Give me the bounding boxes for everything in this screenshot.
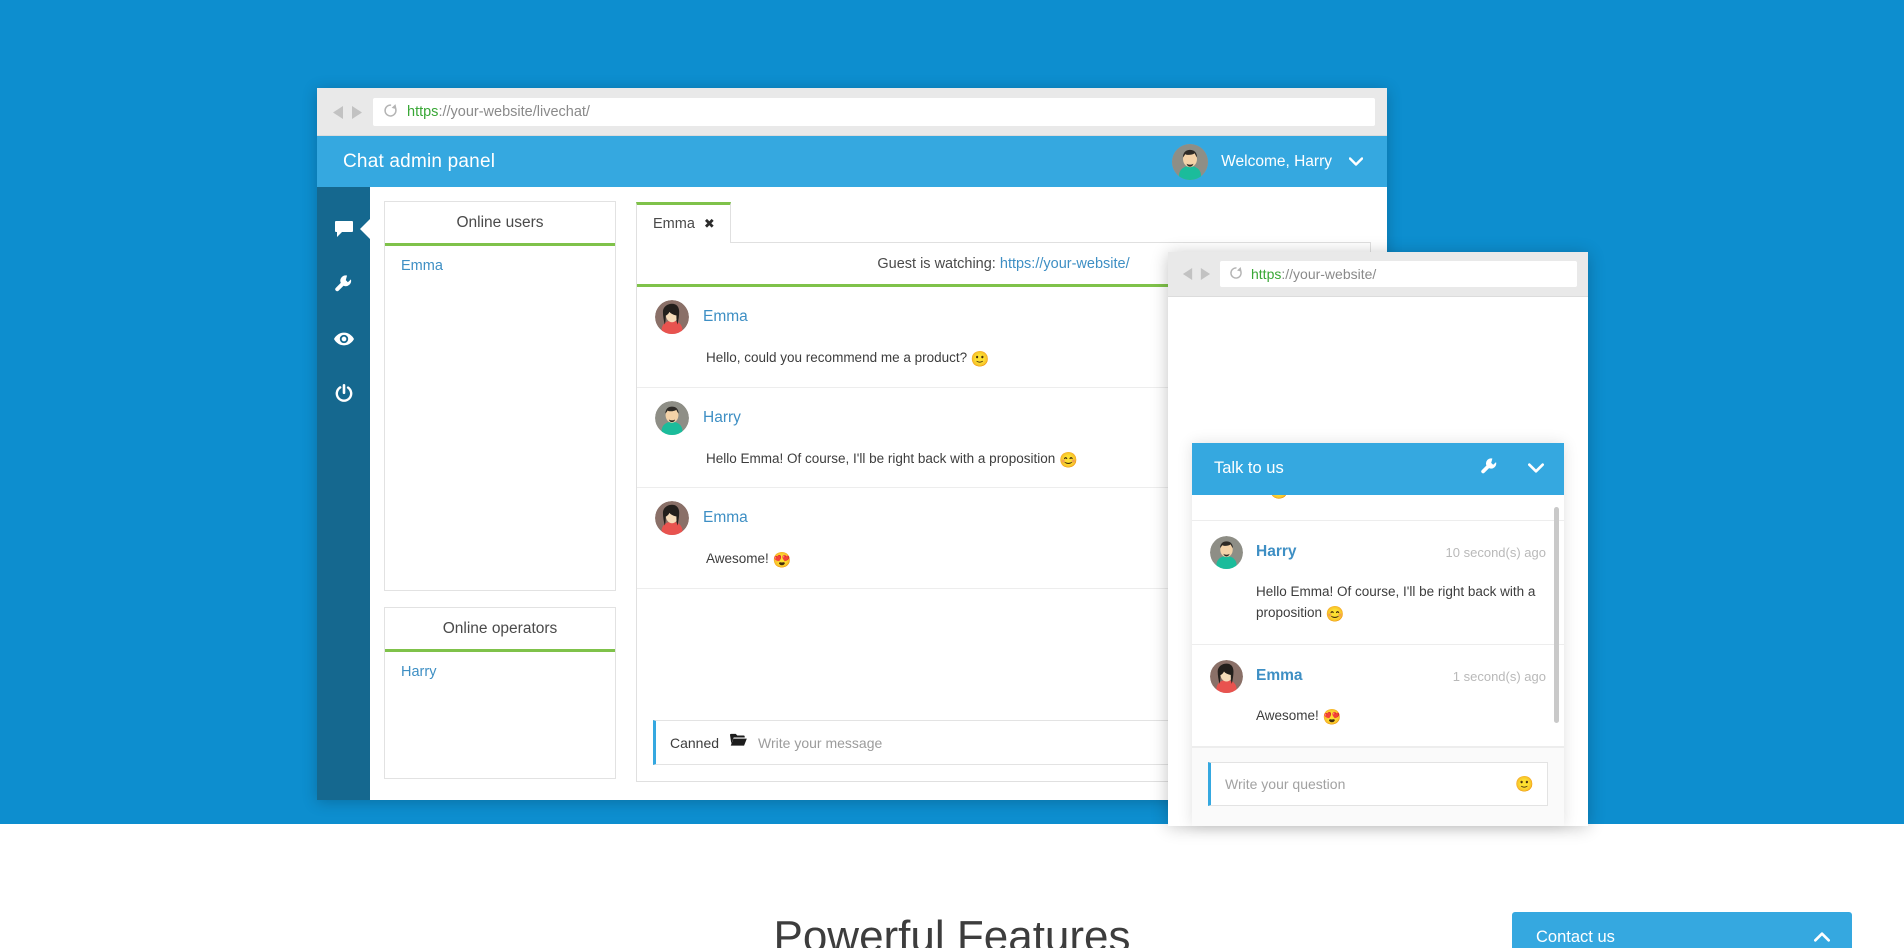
lists-column: Online users Emma Online operators Harry bbox=[384, 201, 616, 782]
message-text: Hello, could you recommend me a product? bbox=[706, 350, 968, 365]
smiley-icon: 😊 bbox=[1059, 451, 1078, 469]
heart-eyes-icon: 😍 bbox=[772, 552, 792, 569]
guest-watching-url[interactable]: https://your-website/ bbox=[1000, 256, 1130, 272]
widget-actions bbox=[1481, 457, 1544, 480]
list-item-operator[interactable]: Harry bbox=[385, 652, 615, 691]
message-text: Hello Emma! Of course, I'll be right bac… bbox=[706, 450, 1056, 466]
admin-header-bar: Chat admin panel Welcome, Harry bbox=[317, 136, 1387, 187]
smiley-icon[interactable]: 🙂 bbox=[1515, 775, 1534, 793]
widget-message-timestamp: 10 second(s) ago bbox=[1445, 544, 1546, 560]
harry-avatar bbox=[655, 400, 689, 435]
browser-nav-buttons[interactable] bbox=[329, 105, 363, 120]
user-menu[interactable]: Welcome, Harry bbox=[1172, 143, 1364, 180]
emma-avatar bbox=[655, 501, 689, 535]
widget-message: Harry 10 second(s) ago Hello Emma! Of co… bbox=[1192, 521, 1564, 645]
browser-chrome-site: https://your-website/ bbox=[1168, 252, 1588, 297]
browser-window-site: https://your-website/ Talk to us Harry 1… bbox=[1168, 252, 1588, 826]
online-users-panel: Online users Emma bbox=[384, 201, 616, 591]
widget-message-text: Awesome! bbox=[1256, 707, 1319, 723]
heart-eyes-icon: 😍 bbox=[1322, 708, 1342, 726]
back-arrow-icon[interactable] bbox=[1182, 267, 1194, 281]
widget-question-input[interactable]: Write your question 🙂 bbox=[1208, 762, 1548, 806]
forward-arrow-icon[interactable] bbox=[350, 105, 363, 120]
widget-message-text-row: Hello Emma! Of course, I'll be right bac… bbox=[1210, 569, 1546, 628]
message-input-placeholder[interactable]: Write your message bbox=[758, 735, 882, 751]
sidebar-item-settings[interactable] bbox=[317, 256, 370, 311]
contact-us-label: Contact us bbox=[1536, 927, 1615, 946]
message-author: Harry bbox=[703, 408, 741, 426]
contact-us-tab[interactable]: Contact us bbox=[1512, 912, 1852, 948]
tab-label: Emma bbox=[653, 216, 695, 232]
message-author: Emma bbox=[703, 509, 748, 526]
widget-message-clipped: 🙂 bbox=[1192, 495, 1564, 521]
sidebar-item-visitors[interactable] bbox=[317, 311, 370, 366]
sidebar-item-logout[interactable] bbox=[317, 366, 370, 421]
address-bar-site[interactable]: https://your-website/ bbox=[1220, 261, 1577, 287]
widget-title: Talk to us bbox=[1214, 459, 1284, 478]
chevron-down-icon[interactable] bbox=[1528, 460, 1544, 478]
widget-header[interactable]: Talk to us bbox=[1192, 442, 1564, 495]
welcome-label: Welcome, Harry bbox=[1221, 152, 1332, 170]
harry-avatar bbox=[1210, 535, 1243, 569]
url-rest: ://your-website/ bbox=[1281, 266, 1377, 282]
chat-tabs: Emma ✖ bbox=[636, 201, 1371, 243]
avatar bbox=[1172, 143, 1209, 180]
online-users-list: Emma bbox=[385, 246, 615, 590]
widget-message-author: Harry bbox=[1256, 543, 1297, 561]
widget-message-list[interactable]: 🙂 bbox=[1192, 494, 1564, 747]
widget-message-text-row: Awesome! 😍 bbox=[1210, 693, 1546, 730]
widget-scrollbar[interactable] bbox=[1554, 506, 1559, 723]
sidebar-item-chats[interactable] bbox=[317, 201, 370, 256]
widget-message-author: Emma bbox=[1256, 667, 1303, 685]
widget-composer-area: Write your question 🙂 bbox=[1192, 747, 1564, 826]
online-operators-heading: Online operators bbox=[385, 608, 615, 652]
forward-arrow-icon[interactable] bbox=[1199, 267, 1211, 281]
screenshot-root: https://your-website/livechat/ Chat admi… bbox=[0, 0, 1904, 948]
browser-nav-buttons-site[interactable] bbox=[1179, 267, 1211, 281]
online-users-heading: Online users bbox=[385, 202, 615, 246]
wrench-icon[interactable] bbox=[1481, 457, 1498, 480]
widget-message: Emma 1 second(s) ago Awesome! 😍 bbox=[1192, 645, 1564, 747]
guest-watching-label: Guest is watching: bbox=[877, 256, 996, 272]
reload-icon[interactable] bbox=[383, 103, 398, 122]
chevron-down-icon[interactable] bbox=[1348, 153, 1364, 171]
reload-icon[interactable] bbox=[1229, 266, 1243, 283]
online-operators-list: Harry bbox=[385, 652, 615, 778]
url-rest: ://your-website/livechat/ bbox=[438, 104, 590, 120]
list-item-user[interactable]: Emma bbox=[385, 246, 615, 285]
folder-open-icon[interactable] bbox=[730, 733, 747, 752]
message-text: Awesome! bbox=[706, 551, 769, 566]
online-operators-panel: Online operators Harry bbox=[384, 607, 616, 779]
message-author: Emma bbox=[703, 308, 748, 325]
site-page-body: Talk to us 🙂 bbox=[1168, 297, 1588, 826]
admin-sidebar bbox=[317, 187, 370, 800]
emma-avatar bbox=[655, 300, 689, 334]
smiley-icon: 😊 bbox=[1325, 606, 1345, 624]
browser-chrome-admin: https://your-website/livechat/ bbox=[317, 88, 1387, 136]
chat-widget: Talk to us 🙂 bbox=[1192, 442, 1564, 826]
smiley-icon: 🙂 bbox=[970, 351, 990, 368]
canned-responses-label[interactable]: Canned bbox=[670, 735, 719, 751]
emma-avatar bbox=[1210, 659, 1243, 693]
back-arrow-icon[interactable] bbox=[332, 105, 345, 120]
widget-input-placeholder[interactable]: Write your question bbox=[1225, 776, 1345, 792]
close-icon[interactable]: ✖ bbox=[704, 216, 715, 232]
widget-message-timestamp: 1 second(s) ago bbox=[1452, 668, 1546, 684]
widget-message-text: Hello Emma! Of course, I'll be right bac… bbox=[1256, 583, 1536, 621]
url-scheme: https bbox=[407, 104, 439, 120]
url-scheme: https bbox=[1251, 266, 1282, 282]
page-title: Chat admin panel bbox=[343, 150, 496, 172]
smiley-icon: 🙂 bbox=[1269, 495, 1289, 501]
address-bar-admin[interactable]: https://your-website/livechat/ bbox=[373, 98, 1375, 126]
chevron-up-icon[interactable] bbox=[1814, 928, 1830, 947]
tab-emma[interactable]: Emma ✖ bbox=[636, 202, 731, 243]
